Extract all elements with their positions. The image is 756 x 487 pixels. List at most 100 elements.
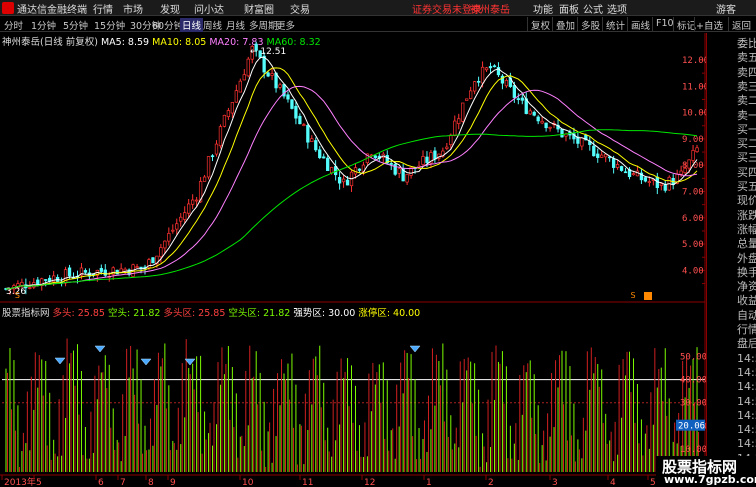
candle-body bbox=[326, 157, 330, 171]
candle-body bbox=[691, 150, 695, 161]
candle-body bbox=[560, 128, 564, 138]
quote-row: 14:50 bbox=[737, 365, 756, 379]
candle-body bbox=[242, 74, 246, 81]
candle-body bbox=[286, 94, 290, 100]
candle-body bbox=[194, 199, 199, 202]
candle-body bbox=[445, 146, 449, 149]
date-label: 4 bbox=[610, 478, 616, 487]
candle-body bbox=[139, 266, 143, 269]
candle-body bbox=[83, 270, 88, 273]
date-label: 3 bbox=[552, 478, 558, 487]
candle-body bbox=[206, 156, 211, 178]
candle-body bbox=[230, 102, 235, 114]
candle-body bbox=[278, 84, 282, 88]
candle-body bbox=[357, 168, 362, 171]
quote-row: 卖五 bbox=[737, 51, 756, 65]
sell-marker: S bbox=[630, 291, 635, 300]
quote-row: 自动 bbox=[737, 308, 756, 322]
quote-row: 买三 bbox=[737, 151, 756, 165]
candle-body bbox=[397, 168, 401, 174]
date-label: 2013年 bbox=[4, 476, 36, 487]
candle-body bbox=[615, 164, 620, 168]
candle-body bbox=[504, 80, 509, 87]
candle-body bbox=[238, 80, 242, 93]
date-label: 11 bbox=[302, 478, 313, 487]
quote-row: 卖二 bbox=[737, 94, 756, 108]
quote-row: 收益 bbox=[737, 294, 756, 308]
candle-body bbox=[135, 266, 139, 269]
candle-body bbox=[631, 173, 636, 176]
price-label: 5.00 bbox=[682, 240, 704, 250]
candle-body bbox=[492, 65, 497, 68]
candle-body bbox=[433, 150, 437, 160]
candle-body bbox=[44, 279, 48, 281]
candle-body bbox=[512, 85, 516, 98]
candle-body bbox=[421, 156, 425, 165]
diamond-icon bbox=[54, 357, 66, 365]
candle-body bbox=[314, 140, 318, 151]
candle-body bbox=[171, 229, 175, 232]
candle-body bbox=[210, 155, 215, 158]
candle-body bbox=[270, 73, 274, 76]
price-label: 4.00 bbox=[682, 266, 704, 276]
candle-body bbox=[687, 159, 691, 169]
price-label: 9.00 bbox=[682, 135, 704, 145]
quote-row: 涨跌 bbox=[737, 208, 756, 222]
candle-body bbox=[461, 102, 465, 122]
quote-row: 14:50 bbox=[737, 394, 756, 408]
candle-body bbox=[318, 149, 322, 159]
quote-row: 卖四 bbox=[737, 65, 756, 79]
indicator-axis-label: 30.00 bbox=[680, 399, 707, 409]
candle-body bbox=[373, 155, 377, 159]
chart-canvas[interactable]: 12.0011.0010.009.008.007.006.005.004.00 … bbox=[0, 0, 756, 487]
moving-averages: SS bbox=[5, 56, 698, 300]
candle-body bbox=[425, 156, 429, 163]
quote-row: 卖三 bbox=[737, 79, 756, 93]
candle-body bbox=[679, 170, 683, 175]
candle-body bbox=[246, 58, 250, 77]
candle-body bbox=[67, 267, 72, 277]
quote-row: 14:50 bbox=[737, 351, 756, 365]
candle-body bbox=[99, 268, 103, 272]
candle-body bbox=[183, 212, 187, 220]
candle-body bbox=[214, 143, 219, 155]
candle-body bbox=[302, 124, 306, 126]
quote-row: 行情 bbox=[737, 323, 756, 336]
date-label: 1 bbox=[426, 478, 432, 487]
candle-body bbox=[234, 90, 238, 103]
candle-body bbox=[580, 137, 584, 147]
candle-body bbox=[298, 115, 302, 125]
candle-body bbox=[548, 126, 552, 129]
quote-row: 买二 bbox=[737, 137, 756, 151]
diamond-icon bbox=[94, 345, 106, 353]
quote-panel: 委比 卖五 卖四 卖三 卖二 卖一 买一 买二 买三 买四 买五 现价 涨跌 涨幅 总量 外盘 换手 净资 收益 自动… bbox=[706, 33, 756, 485]
candle-body bbox=[600, 154, 604, 158]
quote-row: 委比 bbox=[737, 37, 756, 50]
indicator-axis-label: 10.00 bbox=[680, 445, 707, 455]
candle-body bbox=[187, 203, 191, 214]
quote-row: 买一 bbox=[737, 122, 756, 136]
candle-body bbox=[683, 167, 687, 174]
quote-row: 现价 bbox=[737, 194, 756, 208]
date-label: 5 bbox=[650, 478, 656, 487]
candle-body bbox=[453, 120, 457, 136]
quote-row: 换手 bbox=[737, 265, 756, 279]
candle-body bbox=[167, 233, 171, 242]
candle-body bbox=[480, 66, 485, 84]
high-label: ← 12.51 bbox=[250, 47, 286, 57]
quote-row: 盘后 bbox=[737, 337, 756, 351]
candle-body bbox=[218, 126, 223, 147]
candle-body bbox=[488, 66, 493, 69]
candle-body bbox=[345, 179, 350, 186]
candle-body bbox=[179, 216, 183, 222]
quote-row: 买四 bbox=[737, 165, 756, 179]
candle-body bbox=[20, 281, 24, 286]
date-label: 7 bbox=[120, 478, 126, 487]
quote-row: 14:50 bbox=[737, 437, 756, 451]
date-label: 8 bbox=[148, 478, 154, 487]
candle-body bbox=[663, 184, 667, 191]
candle-body bbox=[330, 167, 334, 174]
b-marker bbox=[644, 292, 652, 300]
date-label: 6 bbox=[98, 478, 104, 487]
candle-body bbox=[643, 177, 648, 182]
